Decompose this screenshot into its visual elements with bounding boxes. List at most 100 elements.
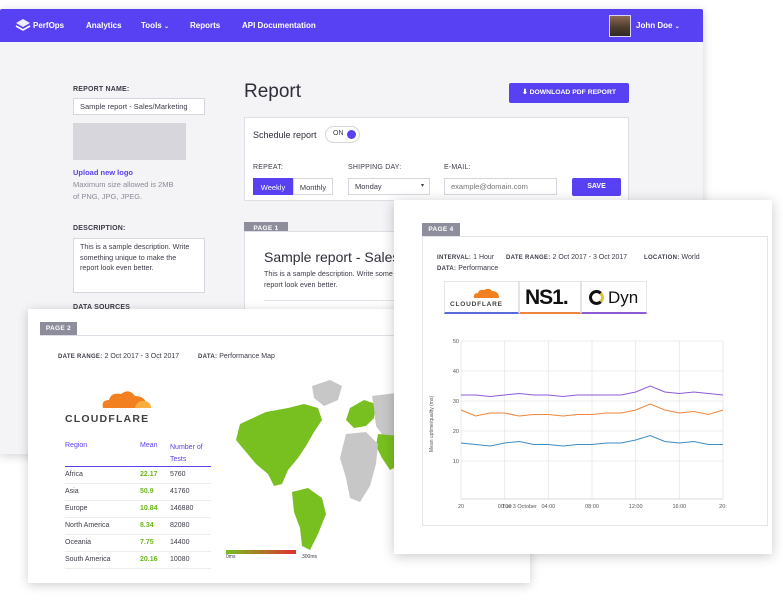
cell-region: Asia xyxy=(65,488,79,495)
repeat-monthly-option[interactable]: Monthly xyxy=(293,178,333,195)
top-navbar: PerfOps Analytics Tools ⌄ Reports API Do… xyxy=(0,9,703,42)
report-name-label: REPORT NAME: xyxy=(73,86,130,93)
schedule-report-label: Schedule report xyxy=(253,130,317,140)
description-line: report look even better. xyxy=(80,263,154,272)
location-label: LOCATION: xyxy=(644,255,680,261)
performance-line-chart: 102030405020 00:00 04:00 08:00 12:00 16:00 20: xyxy=(453,339,727,510)
download-pdf-button[interactable]: ⬇ DOWNLOAD PDF REPORT xyxy=(509,83,629,103)
south-america-region xyxy=(292,488,326,550)
cell-mean: 10.84 xyxy=(140,505,158,512)
x-tick-label: 08:00 xyxy=(585,504,599,510)
cell-region: Oceania xyxy=(65,539,92,546)
save-button[interactable]: SAVE xyxy=(572,178,621,196)
description-line: something unique to make the xyxy=(80,252,177,262)
cell-mean: 20.16 xyxy=(140,556,158,563)
brand-name[interactable]: PerfOps xyxy=(33,9,64,42)
tests-header-line: Tests xyxy=(170,456,187,463)
description-label: DESCRIPTION: xyxy=(73,225,126,232)
cell-tests: 5760 xyxy=(170,471,186,478)
user-avatar[interactable] xyxy=(609,15,631,37)
repeat-label: REPEAT: xyxy=(253,164,284,171)
user-menu[interactable]: John Doe ⌄ xyxy=(636,9,680,42)
toggle-knob xyxy=(347,130,356,139)
cell-region: South America xyxy=(65,556,111,563)
y-tick-label: 30 xyxy=(453,399,459,405)
cloudflare-logo-text: CLOUDFLARE xyxy=(450,301,503,308)
upload-hint-size: Maximum size allowed is 2MB xyxy=(73,180,174,189)
page-2-tab[interactable]: PAGE 2 xyxy=(40,322,77,335)
page-4-preview: PAGE 4 INTERVAL: 1 Hour DATE RANGE: 2 Oc… xyxy=(394,200,772,554)
nav-reports[interactable]: Reports xyxy=(190,9,220,42)
date-range-label: DATE RANGE: xyxy=(506,255,551,261)
page-2-date-range: DATE RANGE: 2 Oct 2017 - 3 Oct 2017 xyxy=(58,353,179,360)
report-name-input[interactable]: Sample report - Sales/Marketing xyxy=(73,98,205,115)
page-2-data: DATA: Performance Map xyxy=(198,353,275,360)
repeat-weekly-option[interactable]: Weekly xyxy=(253,178,293,195)
shipping-day-value: Monday xyxy=(355,182,382,191)
mean-header[interactable]: Mean xyxy=(140,442,158,449)
nav-api-documentation[interactable]: API Documentation xyxy=(242,9,316,42)
y-axis-label: Mean uptime/quality (ms) xyxy=(429,395,435,452)
location-value: World xyxy=(681,254,700,261)
date-range-label: DATE RANGE: xyxy=(58,354,103,360)
y-tick-label: 20 xyxy=(453,429,459,435)
cell-mean: 7.75 xyxy=(140,539,154,546)
cloudflare-cloud-icon xyxy=(102,391,151,408)
cloudflare-logo-text: CLOUDFLARE xyxy=(65,413,150,425)
tests-header-line: Number of xyxy=(170,444,203,451)
nav-analytics[interactable]: Analytics xyxy=(86,9,122,42)
dyn-ring-icon xyxy=(589,290,604,305)
cloudflare-logo-tile: CLOUDFLARE xyxy=(444,281,519,314)
schedule-toggle[interactable]: ON xyxy=(325,126,360,143)
date-range-value: 2 Oct 2017 - 3 Oct 2017 xyxy=(552,254,628,261)
page-4-content: INTERVAL: 1 Hour DATE RANGE: 2 Oct 2017 … xyxy=(422,236,768,526)
cell-region: Africa xyxy=(65,471,83,478)
dyn-logo-tile: Dyn xyxy=(581,281,647,314)
data-value: Performance Map xyxy=(219,353,275,360)
cell-region: Europe xyxy=(65,505,88,512)
data-label: DATA: xyxy=(198,354,218,360)
page-4-location: LOCATION: World xyxy=(644,254,700,261)
y-tick-label: 50 xyxy=(453,339,459,345)
interval-label: INTERVAL: xyxy=(437,255,472,261)
email-input[interactable] xyxy=(444,178,557,195)
latency-legend-bar xyxy=(226,550,296,554)
page-1-description-line: This is a sample description. Write some xyxy=(264,269,393,278)
greenland-region xyxy=(312,380,342,406)
cloudflare-cloud-icon xyxy=(473,288,499,298)
nav-tools[interactable]: Tools ⌄ xyxy=(141,9,169,42)
shipping-day-select[interactable]: Monday ▾ xyxy=(348,178,430,195)
shipping-day-label: SHIPPING DAY: xyxy=(348,164,402,171)
y-tick-label: 10 xyxy=(453,459,459,465)
table-row: Oceania 7.75 14400 xyxy=(65,535,211,552)
email-label: E-MAIL: xyxy=(444,164,471,171)
cell-tests: 10080 xyxy=(170,556,190,563)
date-range-value: 2 Oct 2017 - 3 Oct 2017 xyxy=(104,353,180,360)
cell-mean: 50.9 xyxy=(140,488,154,495)
page-4-tab[interactable]: PAGE 4 xyxy=(422,223,460,236)
caret-down-icon: ▾ xyxy=(420,183,424,189)
africa-region xyxy=(340,432,378,502)
europe-region xyxy=(346,400,376,428)
cell-tests: 82080 xyxy=(170,522,190,529)
legend-max-label: 300ms xyxy=(302,554,318,560)
x-axis-date-caption: Tue 3 October xyxy=(502,504,537,510)
perfops-logo-icon[interactable] xyxy=(15,18,31,33)
cell-tests: 146880 xyxy=(170,505,194,512)
schedule-card: Schedule report ON REPEAT: Weekly Monthl… xyxy=(244,117,629,201)
page-4-data: DATA: Performance xyxy=(437,265,498,272)
tests-header[interactable]: Number of Tests xyxy=(170,442,203,466)
x-tick-label: 12:00 xyxy=(629,504,643,510)
page-1-description: This is a sample description. Write some… xyxy=(264,269,393,290)
ns1-logo-tile: NS1. xyxy=(519,281,581,314)
region-header[interactable]: Region xyxy=(65,442,87,449)
table-row: South America 20.16 10080 xyxy=(65,552,211,569)
legend-min-label: 0ms xyxy=(226,554,236,560)
ns1-logo-text: NS1. xyxy=(525,286,569,309)
x-tick-label: 20: xyxy=(719,504,727,510)
description-textarea[interactable]: This is a sample description. Write some… xyxy=(73,238,205,293)
performance-world-map[interactable] xyxy=(226,374,412,554)
data-value: Performance xyxy=(458,265,499,272)
upload-logo-link[interactable]: Upload new logo xyxy=(73,168,133,177)
table-row: Europe 10.84 146880 xyxy=(65,501,211,518)
